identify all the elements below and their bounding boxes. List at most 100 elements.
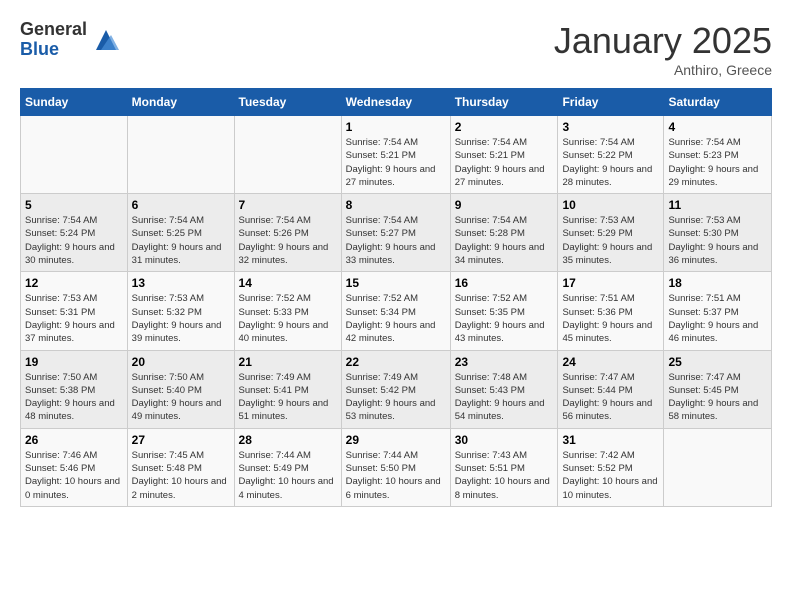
day-info: Sunrise: 7:54 AM Sunset: 5:24 PM Dayligh…	[25, 214, 123, 267]
day-number: 4	[668, 120, 767, 134]
day-info: Sunrise: 7:50 AM Sunset: 5:38 PM Dayligh…	[25, 371, 123, 424]
day-info: Sunrise: 7:54 AM Sunset: 5:26 PM Dayligh…	[239, 214, 337, 267]
day-number: 26	[25, 433, 123, 447]
day-info: Sunrise: 7:51 AM Sunset: 5:36 PM Dayligh…	[562, 292, 659, 345]
day-number: 20	[132, 355, 230, 369]
logo-general: General	[20, 20, 87, 40]
day-cell: 25Sunrise: 7:47 AM Sunset: 5:45 PM Dayli…	[664, 350, 772, 428]
day-info: Sunrise: 7:53 AM Sunset: 5:32 PM Dayligh…	[132, 292, 230, 345]
day-info: Sunrise: 7:53 AM Sunset: 5:29 PM Dayligh…	[562, 214, 659, 267]
day-info: Sunrise: 7:52 AM Sunset: 5:34 PM Dayligh…	[346, 292, 446, 345]
day-cell: 12 Sunrise: 7:53 AM Sunset: 5:31 PM Dayli…	[21, 272, 128, 350]
day-of-week-sunday: Sunday	[21, 89, 128, 116]
logo-text: General Blue	[20, 20, 87, 60]
day-info: Sunrise: 7:42 AM Sunset: 5:52 PM Dayligh…	[562, 449, 659, 502]
day-info: Sunrise: 7:54 AM Sunset: 5:23 PM Dayligh…	[668, 136, 767, 189]
day-cell: 16 Sunrise: 7:52 AM Sunset: 5:35 PM Dayli…	[450, 272, 558, 350]
day-info: Sunrise: 7:50 AM Sunset: 5:40 PM Dayligh…	[132, 371, 230, 424]
day-cell: 23 Sunrise: 7:48 AM Sunset: 5:43 PM Dayli…	[450, 350, 558, 428]
day-cell: 1 Sunrise: 7:54 AM Sunset: 5:21 PM Daylig…	[341, 116, 450, 194]
day-number: 10	[562, 198, 659, 212]
day-cell: 17 Sunrise: 7:51 AM Sunset: 5:36 PM Dayli…	[558, 272, 664, 350]
logo-blue: Blue	[20, 40, 87, 60]
day-cell: 10 Sunrise: 7:53 AM Sunset: 5:29 PM Dayli…	[558, 194, 664, 272]
day-cell: 5 Sunrise: 7:54 AM Sunset: 5:24 PM Daylig…	[21, 194, 128, 272]
month-title: January 2025	[554, 20, 772, 62]
day-cell: 27Sunrise: 7:45 AM Sunset: 5:48 PM Dayli…	[127, 428, 234, 506]
day-number: 24	[562, 355, 659, 369]
day-cell: 9 Sunrise: 7:54 AM Sunset: 5:28 PM Daylig…	[450, 194, 558, 272]
day-number: 17	[562, 276, 659, 290]
day-info: Sunrise: 7:49 AM Sunset: 5:42 PM Dayligh…	[346, 371, 446, 424]
day-number: 28	[239, 433, 337, 447]
day-info: Sunrise: 7:46 AM Sunset: 5:46 PM Dayligh…	[25, 449, 123, 502]
day-number: 3	[562, 120, 659, 134]
days-of-week-row: SundayMondayTuesdayWednesdayThursdayFrid…	[21, 89, 772, 116]
day-of-week-tuesday: Tuesday	[234, 89, 341, 116]
day-number: 5	[25, 198, 123, 212]
day-cell: 4 Sunrise: 7:54 AM Sunset: 5:23 PM Daylig…	[664, 116, 772, 194]
day-cell: 6 Sunrise: 7:54 AM Sunset: 5:25 PM Daylig…	[127, 194, 234, 272]
day-cell: 13 Sunrise: 7:53 AM Sunset: 5:32 PM Dayli…	[127, 272, 234, 350]
day-cell: 20 Sunrise: 7:50 AM Sunset: 5:40 PM Dayli…	[127, 350, 234, 428]
day-info: Sunrise: 7:45 AM Sunset: 5:48 PM Dayligh…	[132, 449, 230, 502]
day-of-week-wednesday: Wednesday	[341, 89, 450, 116]
week-row-3: 12 Sunrise: 7:53 AM Sunset: 5:31 PM Dayli…	[21, 272, 772, 350]
day-info: Sunrise: 7:54 AM Sunset: 5:25 PM Dayligh…	[132, 214, 230, 267]
day-info: Sunrise: 7:51 AM Sunset: 5:37 PM Dayligh…	[668, 292, 767, 345]
day-number: 2	[455, 120, 554, 134]
day-cell: 11Sunrise: 7:53 AM Sunset: 5:30 PM Dayli…	[664, 194, 772, 272]
day-info: Sunrise: 7:47 AM Sunset: 5:44 PM Dayligh…	[562, 371, 659, 424]
day-info: Sunrise: 7:54 AM Sunset: 5:28 PM Dayligh…	[455, 214, 554, 267]
day-number: 23	[455, 355, 554, 369]
day-info: Sunrise: 7:54 AM Sunset: 5:27 PM Dayligh…	[346, 214, 446, 267]
day-cell: 24 Sunrise: 7:47 AM Sunset: 5:44 PM Dayli…	[558, 350, 664, 428]
day-cell: 30 Sunrise: 7:43 AM Sunset: 5:51 PM Dayli…	[450, 428, 558, 506]
day-cell: 22 Sunrise: 7:49 AM Sunset: 5:42 PM Dayli…	[341, 350, 450, 428]
day-info: Sunrise: 7:52 AM Sunset: 5:33 PM Dayligh…	[239, 292, 337, 345]
day-info: Sunrise: 7:47 AM Sunset: 5:45 PM Dayligh…	[668, 371, 767, 424]
day-info: Sunrise: 7:54 AM Sunset: 5:21 PM Dayligh…	[346, 136, 446, 189]
day-number: 1	[346, 120, 446, 134]
day-cell: 8 Sunrise: 7:54 AM Sunset: 5:27 PM Daylig…	[341, 194, 450, 272]
day-number: 31	[562, 433, 659, 447]
day-cell: 7 Sunrise: 7:54 AM Sunset: 5:26 PM Daylig…	[234, 194, 341, 272]
day-number: 12	[25, 276, 123, 290]
day-cell: 3 Sunrise: 7:54 AM Sunset: 5:22 PM Daylig…	[558, 116, 664, 194]
day-number: 21	[239, 355, 337, 369]
day-info: Sunrise: 7:43 AM Sunset: 5:51 PM Dayligh…	[455, 449, 554, 502]
week-row-5: 26 Sunrise: 7:46 AM Sunset: 5:46 PM Dayli…	[21, 428, 772, 506]
day-cell: 18Sunrise: 7:51 AM Sunset: 5:37 PM Dayli…	[664, 272, 772, 350]
day-number: 13	[132, 276, 230, 290]
day-cell	[127, 116, 234, 194]
day-info: Sunrise: 7:54 AM Sunset: 5:22 PM Dayligh…	[562, 136, 659, 189]
day-number: 9	[455, 198, 554, 212]
day-number: 8	[346, 198, 446, 212]
day-info: Sunrise: 7:54 AM Sunset: 5:21 PM Dayligh…	[455, 136, 554, 189]
week-row-4: 19Sunrise: 7:50 AM Sunset: 5:38 PM Dayli…	[21, 350, 772, 428]
day-cell	[664, 428, 772, 506]
day-cell: 2 Sunrise: 7:54 AM Sunset: 5:21 PM Daylig…	[450, 116, 558, 194]
day-number: 15	[346, 276, 446, 290]
day-cell: 15 Sunrise: 7:52 AM Sunset: 5:34 PM Dayli…	[341, 272, 450, 350]
logo-icon	[91, 25, 121, 55]
day-info: Sunrise: 7:44 AM Sunset: 5:49 PM Dayligh…	[239, 449, 337, 502]
day-number: 30	[455, 433, 554, 447]
page-header: General Blue January 2025 Anthiro, Greec…	[20, 20, 772, 78]
day-number: 7	[239, 198, 337, 212]
day-number: 22	[346, 355, 446, 369]
day-number: 6	[132, 198, 230, 212]
day-info: Sunrise: 7:52 AM Sunset: 5:35 PM Dayligh…	[455, 292, 554, 345]
day-cell	[234, 116, 341, 194]
day-of-week-saturday: Saturday	[664, 89, 772, 116]
day-number: 16	[455, 276, 554, 290]
day-cell: 26 Sunrise: 7:46 AM Sunset: 5:46 PM Dayli…	[21, 428, 128, 506]
day-of-week-friday: Friday	[558, 89, 664, 116]
day-cell: 31 Sunrise: 7:42 AM Sunset: 5:52 PM Dayli…	[558, 428, 664, 506]
day-cell: 14Sunrise: 7:52 AM Sunset: 5:33 PM Dayli…	[234, 272, 341, 350]
day-of-week-monday: Monday	[127, 89, 234, 116]
calendar-body: 1 Sunrise: 7:54 AM Sunset: 5:21 PM Daylig…	[21, 116, 772, 507]
day-info: Sunrise: 7:48 AM Sunset: 5:43 PM Dayligh…	[455, 371, 554, 424]
day-cell: 28 Sunrise: 7:44 AM Sunset: 5:49 PM Dayli…	[234, 428, 341, 506]
day-info: Sunrise: 7:53 AM Sunset: 5:31 PM Dayligh…	[25, 292, 123, 345]
